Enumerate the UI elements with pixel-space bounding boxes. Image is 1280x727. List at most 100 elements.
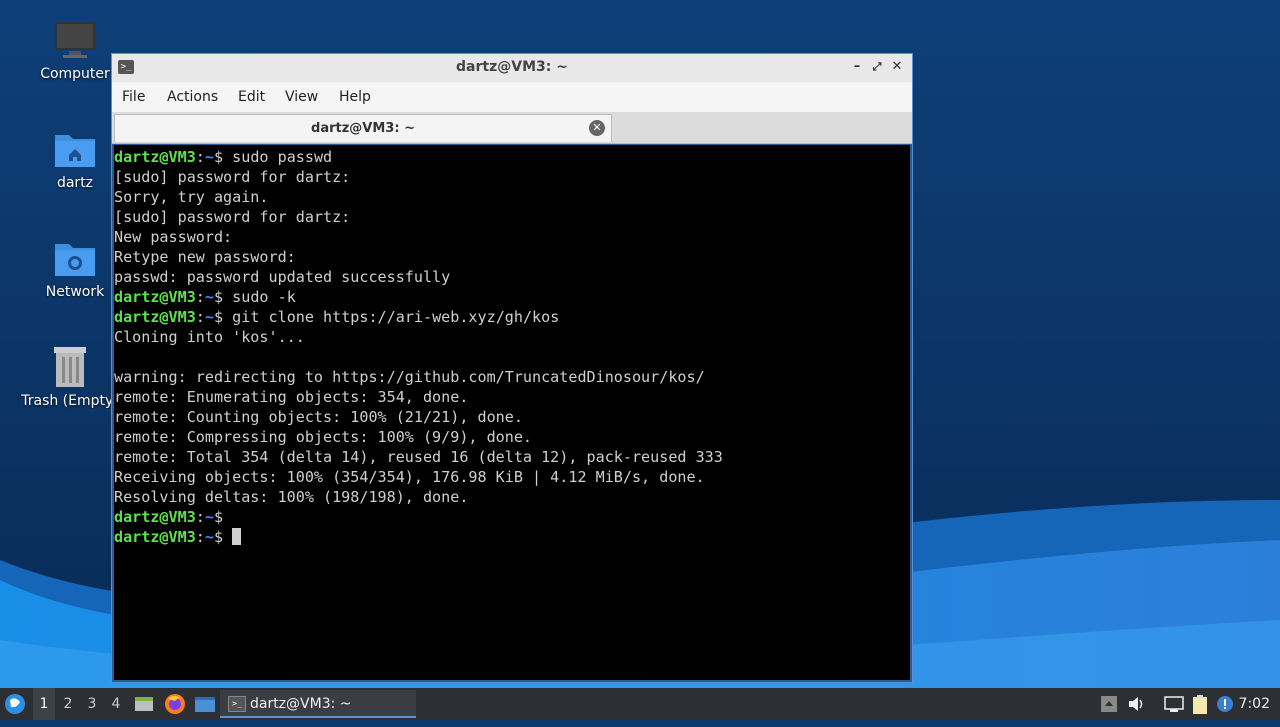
output-text: warning: redirecting to https://github.c… (114, 368, 705, 386)
network-folder-icon (53, 236, 97, 280)
trash-icon (48, 345, 92, 389)
menu-view[interactable]: View (285, 89, 318, 105)
taskbar-terminal-label: dartz@VM3: ~ (250, 696, 352, 712)
command-text: sudo passwd (223, 148, 333, 166)
output-text: Cloning into 'kos'... (114, 328, 305, 346)
workspace-3[interactable]: 3 (81, 688, 103, 720)
tab-close-icon[interactable]: ✕ (589, 120, 605, 136)
output-text: passwd: password updated successfully (114, 268, 451, 286)
menu-edit[interactable]: Edit (238, 89, 265, 105)
maximize-button[interactable]: ⤢ (868, 58, 886, 76)
prompt-separator: : (195, 528, 205, 546)
firefox-icon (165, 694, 185, 714)
terminal-output-line: [sudo] password for dartz: (114, 167, 910, 187)
terminal-output-line: Cloning into 'kos'... (114, 327, 910, 347)
prompt-directory: ~ (204, 508, 214, 526)
desktop-icon (195, 697, 215, 712)
prompt-user: dartz@VM3 (114, 148, 196, 166)
close-button[interactable]: ✕ (888, 58, 906, 76)
tray-arrow-icon[interactable] (1100, 695, 1118, 713)
workspace-4[interactable]: 4 (105, 688, 127, 720)
prompt-symbol: $ (213, 528, 224, 546)
tab-terminal[interactable]: dartz@VM3: ~ ✕ (114, 114, 612, 142)
prompt-separator: : (195, 288, 205, 306)
workspace-1[interactable]: 1 (33, 688, 55, 720)
window-titlebar[interactable]: >_ dartz@VM3: ~ – ⤢ ✕ (112, 54, 912, 82)
terminal-output-line: warning: redirecting to https://github.c… (114, 367, 910, 387)
prompt-directory: ~ (204, 308, 214, 326)
clock[interactable]: 7:02 (1239, 688, 1270, 720)
clipboard-icon[interactable] (1191, 695, 1209, 714)
output-text: New password: (114, 228, 233, 246)
computer-icon (53, 18, 97, 62)
prompt-user: dartz@VM3 (114, 288, 196, 306)
terminal-window: >_ dartz@VM3: ~ – ⤢ ✕ File Actions Edit … (111, 53, 913, 683)
terminal-output-line: remote: Enumerating objects: 354, done. (114, 387, 910, 407)
minimize-button[interactable]: – (848, 58, 866, 76)
taskbar-terminal-button[interactable]: >_ dartz@VM3: ~ (220, 690, 416, 718)
show-desktop-launcher[interactable] (194, 688, 216, 720)
prompt-user: dartz@VM3 (114, 308, 196, 326)
terminal-output-line: remote: Total 354 (delta 14), reused 16 … (114, 447, 910, 467)
terminal-command-line: dartz@VM3:~$ git clone https://ari-web.x… (114, 307, 910, 327)
prompt-symbol: $ (213, 308, 224, 326)
prompt-separator: : (195, 308, 205, 326)
file-manager-icon (135, 697, 153, 711)
file-manager-launcher[interactable] (134, 688, 154, 720)
tab-title: dartz@VM3: ~ (311, 121, 415, 136)
volume-icon[interactable] (1127, 695, 1145, 713)
terminal-output-line: remote: Compressing objects: 100% (9/9),… (114, 427, 910, 447)
command-text (223, 528, 232, 546)
lxqt-logo-icon (5, 694, 25, 714)
network-tray-icon[interactable] (1164, 695, 1184, 713)
menu-help[interactable]: Help (339, 89, 371, 105)
taskbar: 1 2 3 4 >_ dartz@VM3: ~ 7:02 (0, 688, 1280, 720)
output-text: remote: Counting objects: 100% (21/21), … (114, 408, 523, 426)
terminal-output-line: remote: Counting objects: 100% (21/21), … (114, 407, 910, 427)
prompt-symbol: $ (213, 508, 224, 526)
menu-actions[interactable]: Actions (167, 89, 218, 105)
prompt-directory: ~ (204, 288, 214, 306)
command-text: sudo -k (223, 288, 296, 306)
prompt-directory: ~ (204, 528, 214, 546)
prompt-user: dartz@VM3 (114, 508, 196, 526)
prompt-separator: : (195, 508, 205, 526)
terminal-command-line: dartz@VM3:~$ (114, 507, 910, 527)
update-notifier-icon[interactable] (1216, 695, 1234, 713)
output-text: Receiving objects: 100% (354/354), 176.9… (114, 468, 705, 486)
terminal-output-line: passwd: password updated successfully (114, 267, 910, 287)
prompt-symbol: $ (213, 288, 224, 306)
prompt-symbol: $ (213, 148, 224, 166)
start-menu-button[interactable] (4, 688, 28, 720)
prompt-directory: ~ (204, 148, 214, 166)
output-text: remote: Enumerating objects: 354, done. (114, 388, 469, 406)
terminal-cursor (232, 528, 242, 545)
terminal-command-line: dartz@VM3:~$ sudo passwd (114, 147, 910, 167)
window-title: dartz@VM3: ~ (456, 59, 568, 75)
output-text: Resolving deltas: 100% (198/198), done. (114, 488, 469, 506)
menu-file[interactable]: File (122, 89, 145, 105)
terminal-command-line: dartz@VM3:~$ (114, 527, 910, 547)
firefox-launcher[interactable] (164, 688, 186, 720)
home-folder-icon (53, 127, 97, 171)
terminal-command-line: dartz@VM3:~$ sudo -k (114, 287, 910, 307)
terminal-output-line: Sorry, try again. (114, 187, 910, 207)
terminal-output-line: New password: (114, 227, 910, 247)
output-text: Retype new password: (114, 248, 296, 266)
output-text: [sudo] password for dartz: (114, 208, 351, 226)
output-text: Sorry, try again. (114, 188, 269, 206)
terminal-output-line: [sudo] password for dartz: (114, 207, 910, 227)
tab-bar: dartz@VM3: ~ ✕ (112, 112, 912, 144)
output-text: remote: Total 354 (delta 14), reused 16 … (114, 448, 723, 466)
command-text: git clone https://ari-web.xyz/gh/kos (223, 308, 560, 326)
output-text: remote: Compressing objects: 100% (9/9),… (114, 428, 533, 446)
menu-bar: File Actions Edit View Help (112, 82, 912, 112)
terminal-icon: >_ (228, 696, 246, 712)
output-text: [sudo] password for dartz: (114, 168, 351, 186)
desktop-icon-label: Trash (Empty) (21, 393, 119, 409)
desktop-icon-trash[interactable]: Trash (Empty) (20, 345, 120, 409)
terminal-output-line: Receiving objects: 100% (354/354), 176.9… (114, 467, 910, 487)
workspace-2[interactable]: 2 (57, 688, 79, 720)
terminal-output[interactable]: dartz@VM3:~$ sudo passwd [sudo] password … (114, 145, 910, 680)
